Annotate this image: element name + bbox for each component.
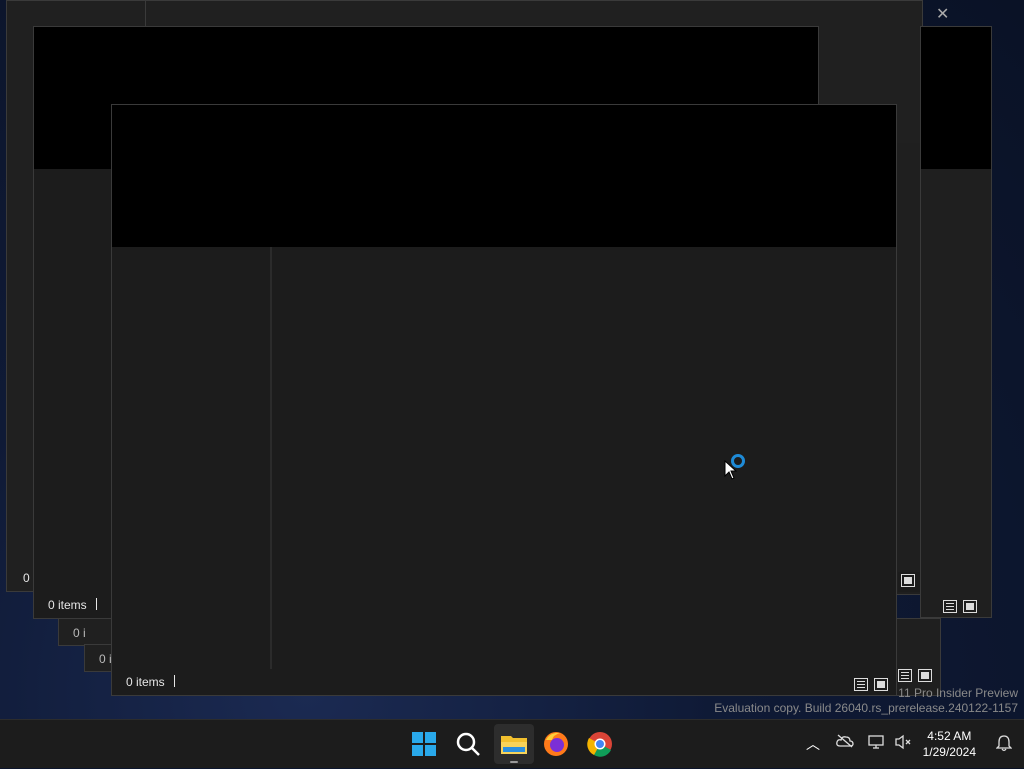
details-view-icon[interactable] — [898, 669, 912, 682]
tiles-view-icon[interactable] — [874, 678, 888, 691]
volume-muted-icon[interactable] — [894, 734, 912, 753]
window-content[interactable] — [112, 247, 896, 669]
details-view-icon[interactable] — [854, 678, 868, 691]
explorer-window-front[interactable]: 0 items — [111, 104, 897, 696]
file-explorer-icon[interactable] — [494, 724, 534, 764]
navigation-pane-divider[interactable] — [270, 247, 272, 669]
clock-time: 4:52 AM — [927, 729, 972, 743]
status-separator — [96, 598, 97, 610]
details-view-icon[interactable] — [943, 600, 957, 613]
explorer-window-stack-right[interactable] — [893, 618, 941, 696]
watermark-line-2: Evaluation copy. Build 26040.rs_prerelea… — [714, 701, 1018, 715]
search-icon[interactable] — [452, 728, 484, 760]
clock[interactable]: 4:52 AM 1/29/2024 — [923, 728, 976, 760]
chrome-icon[interactable] — [584, 728, 616, 760]
status-bar: 0 items — [112, 669, 896, 695]
tiles-view-icon[interactable] — [901, 574, 915, 587]
view-buttons-middle — [898, 572, 920, 592]
close-icon[interactable]: ✕ — [936, 4, 949, 24]
busy-cursor-icon — [724, 454, 748, 487]
item-count: 0 i — [99, 652, 112, 666]
tiles-view-icon[interactable] — [918, 669, 932, 682]
view-buttons — [898, 669, 932, 682]
network-icon[interactable] — [868, 734, 886, 753]
window-titlebar[interactable] — [112, 105, 896, 247]
taskbar: ︿ 4:52 AM 1/29/2024 — [0, 719, 1024, 768]
start-icon[interactable] — [408, 728, 440, 760]
watermark-line-1: 11 Pro Insider Preview — [898, 686, 1018, 700]
item-count: 0 i — [73, 626, 86, 640]
view-buttons — [854, 678, 888, 691]
item-count: 0 items — [126, 675, 165, 689]
explorer-window-stack-1[interactable]: 0 i — [58, 618, 118, 646]
tiles-view-icon[interactable] — [963, 600, 977, 613]
firefox-icon[interactable] — [540, 728, 572, 760]
onedrive-offline-icon[interactable] — [836, 734, 854, 751]
window-titlebar[interactable] — [921, 27, 991, 169]
explorer-window-back-far-right[interactable] — [920, 26, 992, 618]
item-count: 0 items — [48, 598, 87, 612]
view-buttons — [943, 600, 977, 613]
status-separator — [174, 675, 175, 687]
clock-date: 1/29/2024 — [922, 745, 976, 759]
notification-bell-icon[interactable] — [995, 734, 1013, 757]
system-tray: ︿ — [800, 720, 930, 768]
chevron-up-icon[interactable]: ︿ — [806, 734, 820, 754]
